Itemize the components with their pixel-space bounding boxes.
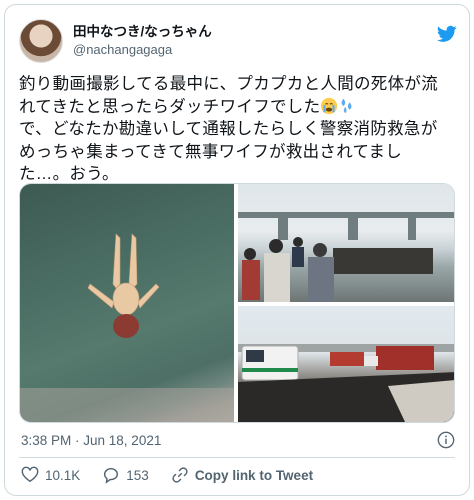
twitter-bird-icon[interactable] <box>437 25 457 43</box>
user-info[interactable]: 田中なつき/なっちゃん @nachangagaga <box>73 23 212 59</box>
media-grid <box>19 183 455 423</box>
tweet-text-line: 釣り動画撮影してる最中に、プカプカと人間の死体が流 <box>19 75 439 93</box>
photo-pier-crowd[interactable] <box>238 184 454 302</box>
heart-icon <box>21 466 39 483</box>
tweet-header: 田中なつき/なっちゃん @nachangagaga <box>19 19 457 67</box>
tweet-text-line: れてきたと思ったらダッチワイフでした <box>19 97 321 116</box>
floating-figure-image <box>20 233 234 422</box>
tweet-text-line: た…。おう。 <box>19 165 119 183</box>
sweat-droplets-emoji <box>342 98 352 113</box>
copy-link-label: Copy link to Tweet <box>194 467 314 483</box>
divider <box>19 457 455 458</box>
tweet-card: 田中なつき/なっちゃん @nachangagaga 釣り動画撮影してる最中に、プ… <box>4 4 470 496</box>
photo-water-doll[interactable] <box>20 184 234 422</box>
reply-button[interactable]: 153 <box>102 466 149 484</box>
photo-emergency-vehicles[interactable] <box>238 306 454 422</box>
link-icon <box>172 467 188 483</box>
pier-crowd-image <box>238 212 454 302</box>
emergency-vehicles-image <box>238 344 454 422</box>
like-button[interactable]: 10.1K <box>21 466 80 484</box>
info-icon[interactable] <box>437 431 455 449</box>
reply-count: 153 <box>126 467 149 483</box>
reply-icon <box>104 467 119 484</box>
tweet-text-line: で、どなたか勘違いして通報したらしく警察消防救急が <box>19 120 438 138</box>
copy-link-button[interactable]: Copy link to Tweet <box>171 466 313 484</box>
like-count: 10.1K <box>45 467 81 483</box>
user-handle[interactable]: @nachangagaga <box>73 41 212 59</box>
display-name[interactable]: 田中なつき/なっちゃん <box>73 23 212 41</box>
crying-face-emoji <box>321 97 338 114</box>
tweet-text: 釣り動画撮影してる最中に、プカプカと人間の死体が流 れてきたと思ったらダッチワイ… <box>19 73 455 186</box>
tweet-actions: 10.1K 153 Copy link to Tweet <box>21 465 335 485</box>
tweet-timestamp[interactable]: 3:38 PM · Jun 18, 2021 <box>21 433 161 448</box>
avatar[interactable] <box>19 19 63 63</box>
tweet-text-line: めっちゃ集まってきて無事ワイフが救出されてまし <box>19 142 403 161</box>
